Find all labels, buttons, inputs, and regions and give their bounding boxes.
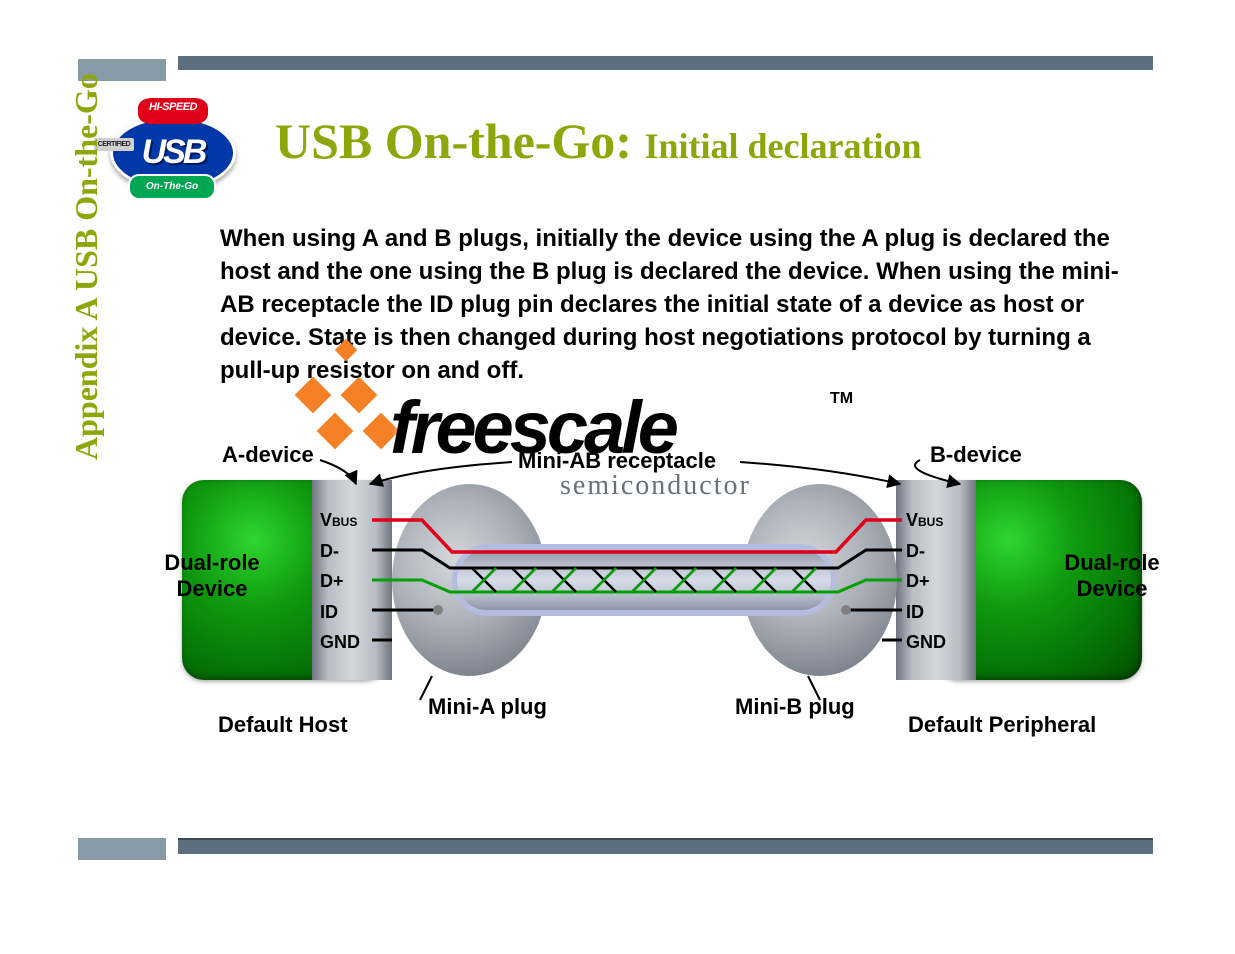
usb-logo-hispeed: HI-SPEED <box>138 98 208 124</box>
pin-labels-right: VBUS D- D+ ID GND <box>906 505 970 658</box>
side-label: Appendix A USB On-the-Go <box>68 73 105 460</box>
title-main: USB On-the-Go: <box>275 113 644 169</box>
pin-labels-left: VBUS D- D+ ID GND <box>320 505 384 658</box>
device-right-label: Dual-roleDevice <box>1027 550 1197 603</box>
diagram: Dual-roleDevice Dual-roleDevice VBUS D- … <box>182 480 1142 750</box>
decor-bar-bottom-right <box>178 838 1153 854</box>
label-b-device: B-device <box>930 442 1022 468</box>
usb-logo: USB HI-SPEED CERTIFIED On-The-Go <box>100 100 235 210</box>
label-receptacle: Mini-AB receptacle <box>518 448 716 474</box>
usb-logo-otg: On-The-Go <box>128 174 216 200</box>
device-left-label: Dual-roleDevice <box>127 550 297 603</box>
decor-bar-top-right <box>178 56 1153 70</box>
cable <box>457 550 831 610</box>
decor-bar-bottom-left <box>78 838 166 860</box>
slide: USB HI-SPEED CERTIFIED On-The-Go Appendi… <box>0 0 1235 954</box>
title-sub: Initial declaration <box>644 126 921 166</box>
watermark-tm: TM <box>830 390 853 408</box>
slide-title: USB On-the-Go: Initial declaration <box>275 112 921 170</box>
body-paragraph: When using A and B plugs, initially the … <box>220 222 1140 388</box>
label-a-device: A-device <box>222 442 314 468</box>
